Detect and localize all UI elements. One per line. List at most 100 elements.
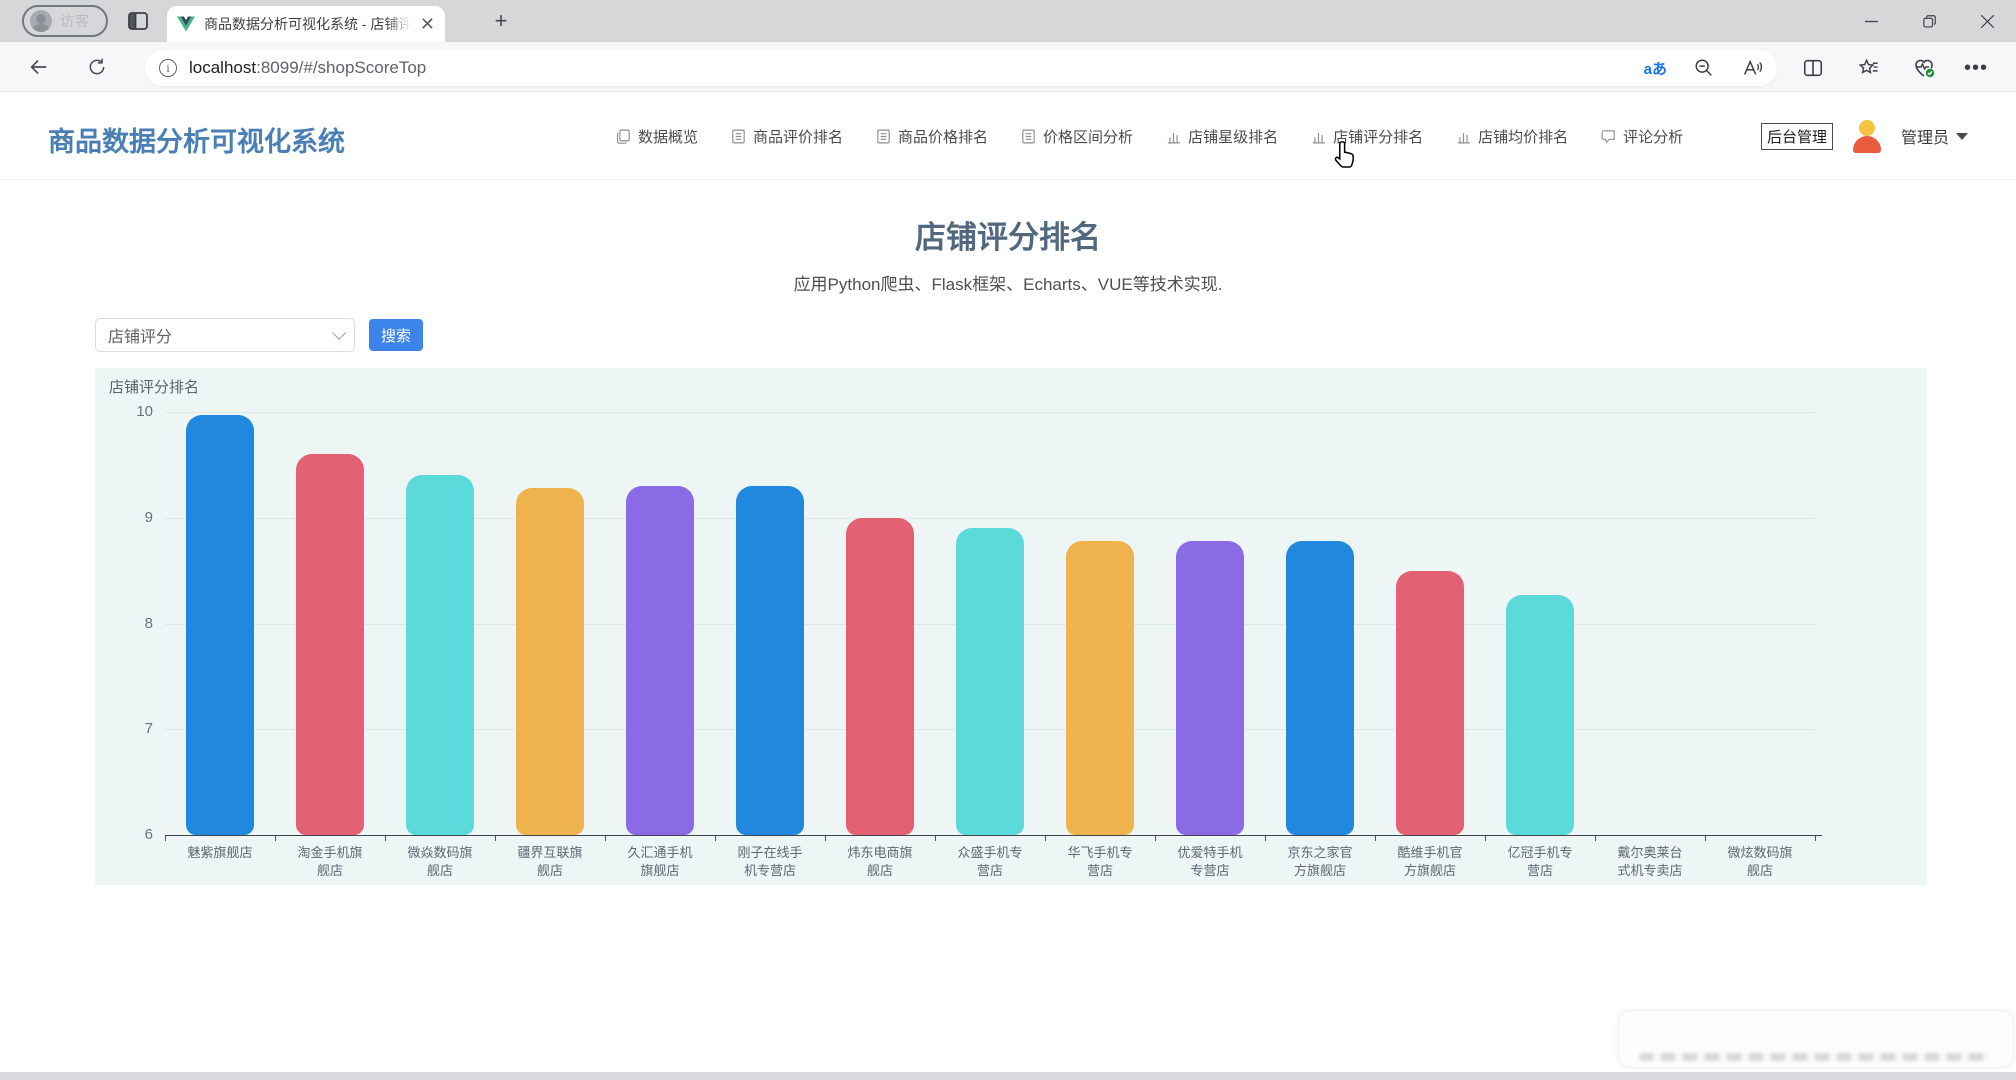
x-axis-category-label: 戴尔奥莱台式机专卖店 [1617, 845, 1683, 879]
search-button[interactable]: 搜索 [369, 319, 423, 351]
chart-bar [516, 488, 584, 835]
chart-bar [626, 486, 694, 835]
y-axis-tick-label: 10 [136, 403, 153, 420]
x-axis-tick [275, 836, 276, 841]
query-controls: 店铺评分 搜索 [95, 318, 423, 352]
tab-actions-button[interactable] [126, 9, 150, 33]
admin-panel-button[interactable]: 后台管理 [1760, 122, 1833, 150]
chart-title: 店铺评分排名 [109, 379, 200, 396]
x-axis-tick [1375, 836, 1376, 841]
browser-menu-icon[interactable]: ••• [1958, 50, 1994, 86]
x-axis-category-label: 优爱特手机专营店 [1177, 845, 1243, 879]
site-info-icon[interactable]: i [159, 59, 177, 77]
tab-title: 商品数据分析可视化系统 - 店铺评 [204, 16, 411, 32]
x-axis-category-label: 刚子在线手机专营店 [737, 845, 803, 879]
window-close-button[interactable] [1958, 0, 2016, 42]
back-button[interactable] [22, 50, 56, 84]
chart-bar [846, 517, 914, 835]
chart-bar [1286, 541, 1354, 835]
vue-logo-icon [177, 16, 195, 32]
nav-item-shop-avg-price-rank[interactable]: 店铺均价排名 [1455, 126, 1568, 147]
browser-window: 访客 商品数据分析可视化系统 - 店铺评 ✕ + i localhost:809… [0, 0, 2016, 1080]
window-controls [1842, 0, 2016, 42]
y-axis-tick-label: 7 [144, 720, 153, 738]
refresh-button[interactable] [80, 50, 114, 84]
x-axis-category-label: 炜东电商旗舰店 [847, 845, 913, 879]
x-axis-category-label: 酷维手机官方旗舰店 [1397, 845, 1463, 879]
watermark-box [1618, 1010, 2014, 1068]
address-bar[interactable]: i localhost:8099/#/shopScoreTop aあ [145, 50, 1777, 86]
nav-item-shop-star-rank[interactable]: 店铺星级排名 [1165, 126, 1278, 147]
nav-item-shop-score-rank[interactable]: 店铺评分排名 [1310, 126, 1423, 147]
translate-icon[interactable]: aあ [1644, 58, 1667, 79]
profile-label: 访客 [60, 13, 90, 29]
list-icon [877, 129, 890, 143]
user-menu[interactable]: 管理员 [1901, 124, 1968, 148]
nav-item-comment-analysis[interactable]: 评论分析 [1600, 126, 1683, 147]
nav-item-price-range-analysis[interactable]: 价格区间分析 [1020, 126, 1133, 147]
nav-item-product-price-rank[interactable]: 商品价格排名 [875, 126, 988, 147]
brand-title: 商品数据分析可视化系统 [48, 127, 345, 157]
x-axis-tick [715, 836, 716, 841]
user-avatar-icon[interactable] [1849, 118, 1885, 154]
x-axis-tick [1815, 836, 1816, 841]
nav-item-data-overview[interactable]: 数据概览 [615, 126, 698, 147]
chart-bar [956, 528, 1024, 835]
page-title: 店铺评分排名 [915, 220, 1101, 255]
bar-chart-icon [1312, 132, 1325, 143]
browser-toolbar: i localhost:8099/#/shopScoreTop aあ ••• [0, 42, 2016, 92]
browser-profile-button[interactable]: 访客 [22, 5, 108, 37]
x-axis-tick [495, 836, 496, 841]
zoom-out-icon[interactable] [1693, 57, 1715, 79]
comment-icon [1601, 129, 1615, 143]
chart-bar [406, 475, 474, 835]
profile-avatar-icon [30, 10, 52, 32]
x-axis-tick [1265, 836, 1266, 841]
bar-chart-icon [1167, 132, 1180, 143]
x-axis-category-label: 淘金手机旗舰店 [297, 845, 363, 879]
x-axis-line [165, 835, 1822, 836]
x-axis-tick [385, 836, 386, 841]
gridline [165, 412, 1815, 413]
tab-close-icon[interactable]: ✕ [420, 15, 435, 33]
list-icon [1022, 129, 1035, 143]
y-axis-tick-label: 9 [144, 508, 153, 526]
bar-chart-icon [1457, 132, 1470, 143]
x-axis-category-label: 久汇通手机旗舰店 [627, 845, 693, 879]
x-axis-category-label: 众盛手机专营店 [957, 845, 1023, 879]
window-minimize-button[interactable] [1842, 0, 1900, 42]
x-axis-category-label: 微炫数码旗舰店 [1727, 845, 1793, 879]
chart-bar [736, 486, 804, 835]
x-axis-tick [1045, 836, 1046, 841]
favorites-icon[interactable] [1850, 50, 1886, 86]
list-icon [732, 129, 745, 143]
y-axis-tick-label: 8 [144, 614, 153, 632]
x-axis-tick [1155, 836, 1156, 841]
chart-bar [1066, 541, 1134, 835]
url-text: localhost:8099/#/shopScoreTop [189, 58, 427, 77]
browser-essentials-icon[interactable] [1906, 50, 1942, 86]
pages-icon [616, 129, 630, 144]
chart-card: 店铺评分排名 6 7 8 9 10 魅紫旗舰店 淘金手机旗舰店 微焱数码旗舰店 疆界互联旗舰店 久… [95, 368, 1927, 885]
chart-bar [1176, 541, 1244, 835]
x-axis-category-label: 魅紫旗舰店 [187, 845, 253, 860]
chart-bar [1506, 594, 1574, 835]
new-tab-button[interactable]: + [488, 8, 514, 34]
x-axis-category-label: 华飞手机专营店 [1067, 845, 1133, 879]
metric-select[interactable]: 店铺评分 [95, 318, 355, 352]
x-axis-category-label: 疆界互联旗舰店 [517, 845, 583, 879]
window-bottom-edge [0, 1072, 2016, 1080]
chart-bar [296, 454, 364, 835]
nav-item-product-review-rank[interactable]: 商品评价排名 [730, 126, 843, 147]
read-aloud-icon[interactable] [1741, 57, 1763, 79]
window-restore-button[interactable] [1900, 0, 1958, 42]
browser-tab-strip: 访客 商品数据分析可视化系统 - 店铺评 ✕ + [0, 0, 2016, 42]
chart-bar [1396, 570, 1464, 835]
x-axis-tick [1595, 836, 1596, 841]
metric-select-value: 店铺评分 [108, 329, 173, 346]
active-tab[interactable]: 商品数据分析可视化系统 - 店铺评 ✕ [167, 6, 445, 42]
split-screen-icon[interactable] [1795, 50, 1831, 86]
y-axis-tick-label: 6 [144, 826, 153, 843]
x-axis-tick [935, 836, 936, 841]
x-axis-category-label: 京东之家官方旗舰店 [1287, 845, 1353, 879]
